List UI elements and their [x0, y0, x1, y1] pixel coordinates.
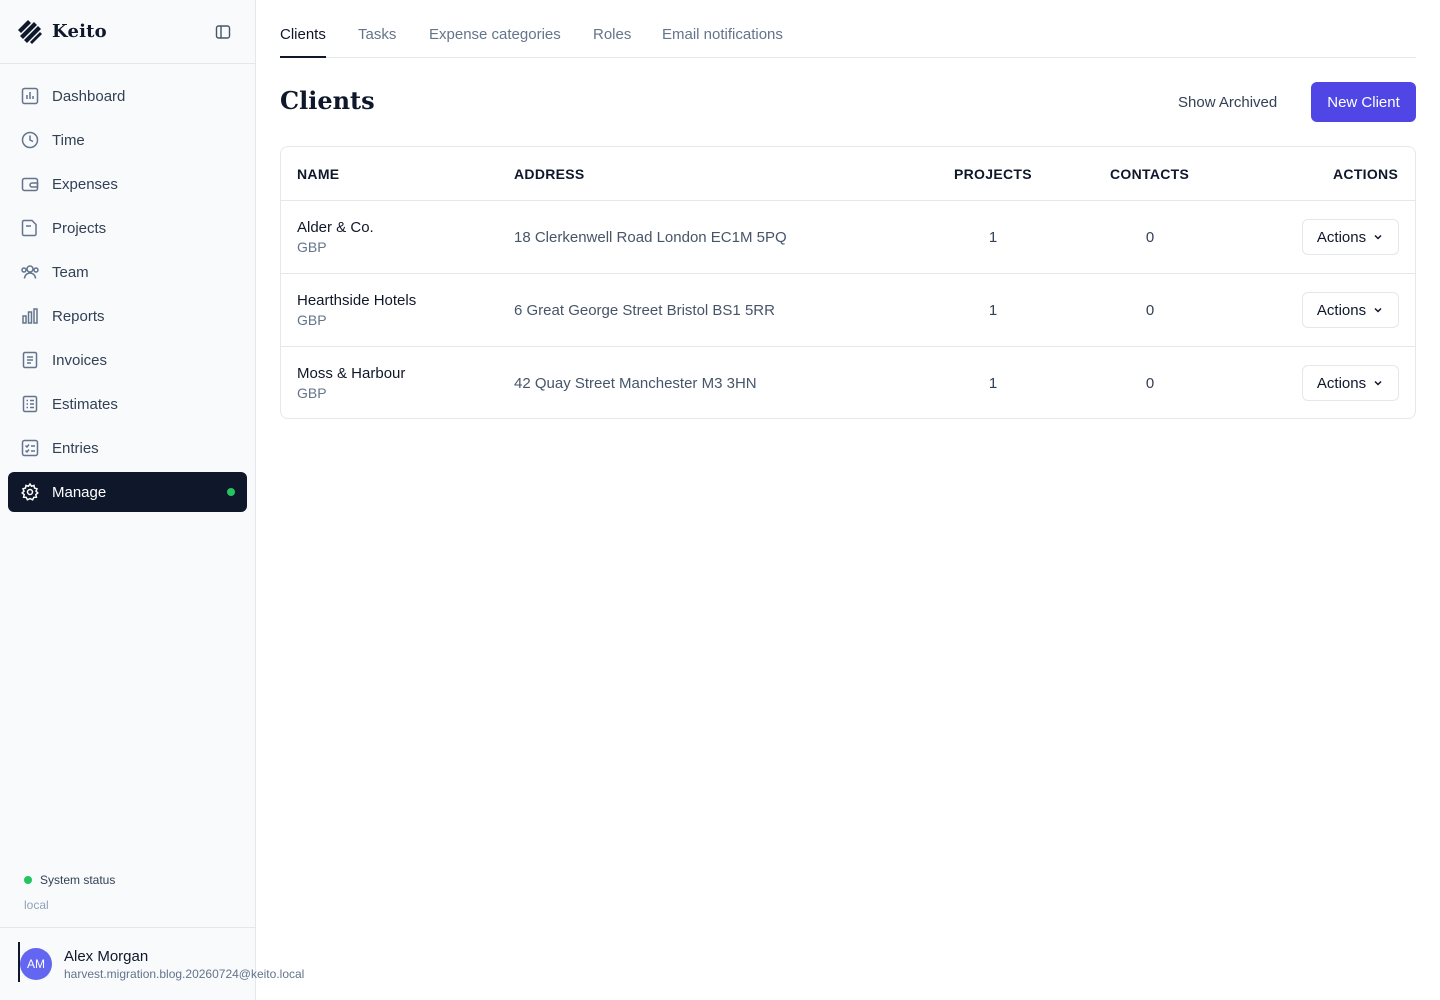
status-dot-icon	[24, 876, 32, 884]
tab-expense-categories[interactable]: Expense categories	[429, 26, 561, 43]
system-status-label: System status	[40, 873, 116, 887]
client-projects-count: 1	[988, 375, 998, 392]
client-currency: GBP	[297, 385, 327, 401]
actions-label: Actions	[1316, 228, 1367, 246]
actions-dropdown-button[interactable]: Actions	[1302, 219, 1399, 255]
estimate-icon	[20, 394, 40, 414]
environment-label: local	[24, 898, 49, 912]
client-name[interactable]: Moss & Harbour	[297, 365, 405, 382]
chevron-down-icon	[1374, 234, 1382, 240]
gear-icon	[20, 482, 40, 502]
sidebar-item-estimates[interactable]: Estimates	[8, 384, 247, 424]
sidebar-item-label: Expenses	[52, 175, 118, 193]
main-content: Clients Tasks Expense categories Roles E…	[256, 0, 1440, 1000]
sidebar-item-reports[interactable]: Reports	[8, 296, 247, 336]
new-client-button[interactable]: New Client	[1311, 82, 1416, 122]
client-contacts-count: 0	[1145, 302, 1155, 319]
avatar[interactable]: AM	[20, 948, 52, 980]
table-row: Moss & Harbour GBP 42 Quay Street Manche…	[281, 347, 1415, 418]
column-header-address: ADDRESS	[514, 166, 585, 182]
column-header-contacts: CONTACTS	[1110, 166, 1190, 182]
user-name: Alex Morgan	[64, 948, 149, 965]
column-header-actions: ACTIONS	[1333, 166, 1399, 182]
chevron-down-icon	[1374, 380, 1382, 386]
sidebar-nav: Dashboard Time Expenses Projects Team Re…	[0, 64, 255, 512]
client-currency: GBP	[297, 239, 327, 255]
client-currency: GBP	[297, 312, 327, 328]
actions-label: Actions	[1316, 374, 1367, 392]
clock-icon	[20, 130, 40, 150]
tab-tasks[interactable]: Tasks	[358, 26, 396, 43]
page-title: Clients	[280, 86, 375, 115]
user-menu[interactable]: AM Alex Morgan harvest.migration.blog.20…	[0, 927, 304, 1000]
clients-table: NAME ADDRESS PROJECTS CONTACTS ACTIONS A…	[280, 146, 1416, 419]
system-status-link[interactable]: System status	[24, 868, 231, 892]
sidebar-item-manage[interactable]: Manage	[8, 472, 247, 512]
bar-chart-icon	[20, 306, 40, 326]
sidebar-item-label: Manage	[52, 483, 107, 501]
sidebar-toggle-icon[interactable]	[215, 24, 231, 40]
sidebar-item-time[interactable]: Time	[8, 120, 247, 160]
sidebar-item-dashboard[interactable]: Dashboard	[8, 76, 247, 116]
active-indicator-dot	[227, 488, 235, 496]
invoice-icon	[20, 350, 40, 370]
checklist-icon	[20, 438, 40, 458]
table-row: Hearthside Hotels GBP 6 Great George Str…	[281, 274, 1415, 347]
sidebar-item-expenses[interactable]: Expenses	[8, 164, 247, 204]
folder-icon	[20, 218, 40, 238]
sidebar-item-label: Time	[52, 131, 85, 149]
keito-logo-icon[interactable]	[16, 18, 44, 46]
chevron-down-icon	[1374, 307, 1382, 313]
sidebar-item-label: Team	[52, 263, 89, 281]
tab-clients[interactable]: Clients	[280, 26, 326, 43]
tab-email-notifications[interactable]: Email notifications	[662, 26, 783, 43]
users-icon	[20, 262, 40, 282]
active-tab-underline	[280, 56, 326, 58]
column-header-projects: PROJECTS	[954, 166, 1032, 182]
client-name[interactable]: Alder & Co.	[297, 219, 374, 236]
actions-dropdown-button[interactable]: Actions	[1302, 292, 1399, 328]
client-address: 18 Clerkenwell Road London EC1M 5PQ	[514, 229, 787, 246]
wallet-icon	[20, 174, 40, 194]
client-contacts-count: 0	[1145, 375, 1155, 392]
sidebar-item-label: Entries	[52, 439, 99, 457]
tab-roles[interactable]: Roles	[593, 26, 631, 43]
actions-dropdown-button[interactable]: Actions	[1302, 365, 1399, 401]
client-address: 42 Quay Street Manchester M3 3HN	[514, 375, 757, 392]
table-row: Alder & Co. GBP 18 Clerkenwell Road Lond…	[281, 201, 1415, 274]
client-name[interactable]: Hearthside Hotels	[297, 292, 416, 309]
manage-tabs: Clients Tasks Expense categories Roles E…	[280, 0, 1416, 58]
sidebar: Keito Dashboard Time Expenses Projects T…	[0, 0, 304, 1000]
table-header: NAME ADDRESS PROJECTS CONTACTS ACTIONS	[281, 147, 1415, 201]
sidebar-item-invoices[interactable]: Invoices	[8, 340, 247, 380]
sidebar-item-team[interactable]: Team	[8, 252, 247, 292]
sidebar-item-label: Reports	[52, 307, 105, 325]
sidebar-item-label: Invoices	[52, 351, 108, 369]
show-archived-button[interactable]: Show Archived	[1162, 86, 1293, 118]
sidebar-item-label: Projects	[52, 219, 107, 237]
client-contacts-count: 0	[1145, 229, 1155, 246]
dashboard-icon	[20, 86, 40, 106]
client-projects-count: 1	[988, 302, 998, 319]
client-projects-count: 1	[988, 229, 998, 246]
client-address: 6 Great George Street Bristol BS1 5RR	[514, 302, 775, 319]
app-name: Keito	[52, 21, 107, 42]
sidebar-item-entries[interactable]: Entries	[8, 428, 247, 468]
sidebar-item-label: Dashboard	[52, 87, 126, 105]
sidebar-item-label: Estimates	[52, 395, 118, 413]
sidebar-header: Keito	[0, 0, 255, 64]
column-header-name: NAME	[297, 166, 340, 182]
actions-label: Actions	[1316, 301, 1367, 319]
system-status: System status local	[0, 868, 255, 912]
sidebar-item-projects[interactable]: Projects	[8, 208, 247, 248]
